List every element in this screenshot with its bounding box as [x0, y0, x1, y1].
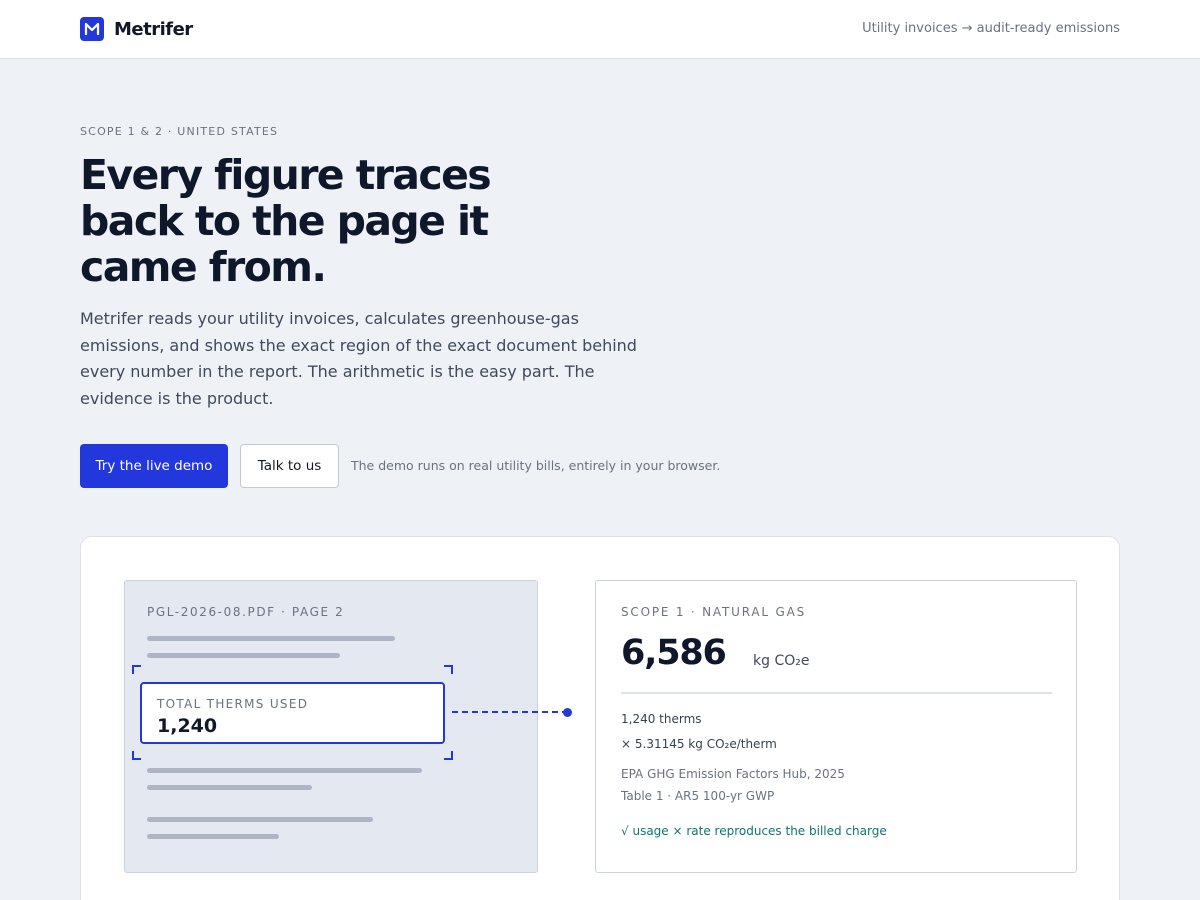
hero-eyebrow: SCOPE 1 & 2 · UNITED STATES — [80, 125, 279, 138]
focus-corner-icon — [132, 665, 141, 674]
focus-corner-icon — [444, 751, 453, 760]
text-line-placeholder — [147, 768, 422, 773]
focus-corner-icon — [132, 751, 141, 760]
evidence-field-value: 1,240 — [157, 715, 218, 737]
brand[interactable]: Metrifer — [80, 17, 193, 41]
connector-dot-icon — [563, 708, 572, 717]
emission-result-card: SCOPE 1 · NATURAL GAS 6,586 kg CO₂e 1,24… — [595, 580, 1077, 873]
divider — [621, 692, 1052, 694]
brand-name: Metrifer — [114, 18, 193, 40]
demo-panel: PGL-2026-08.PDF · PAGE 2 TOTAL THERMS US… — [80, 536, 1120, 900]
text-line-placeholder — [147, 636, 395, 641]
source-line: EPA GHG Emission Factors Hub, 2025 — [621, 767, 845, 781]
top-bar: Metrifer Utility invoices → audit-ready … — [0, 0, 1200, 59]
invoice-page-preview: PGL-2026-08.PDF · PAGE 2 TOTAL THERMS US… — [124, 580, 538, 873]
hero-lede: Metrifer reads your utility invoices, ca… — [80, 309, 637, 408]
emission-unit: kg CO₂e — [753, 653, 810, 669]
text-line-placeholder — [147, 653, 340, 658]
cta-note: The demo runs on real utility bills, ent… — [351, 458, 721, 473]
talk-to-us-button[interactable]: Talk to us — [240, 444, 339, 488]
try-live-demo-button[interactable]: Try the live demo — [80, 444, 228, 488]
verification-check: √ usage × rate reproduces the billed cha… — [621, 824, 887, 838]
usage-line: 1,240 therms — [621, 712, 702, 726]
highlighted-evidence-region[interactable]: TOTAL THERMS USED 1,240 — [140, 682, 445, 744]
factor-line: × 5.31145 kg CO₂e/therm — [621, 737, 777, 751]
m-logo-icon — [80, 17, 104, 41]
text-line-placeholder — [147, 817, 373, 822]
document-title: PGL-2026-08.PDF · PAGE 2 — [147, 605, 345, 619]
result-title: SCOPE 1 · NATURAL GAS — [621, 605, 807, 619]
source-table-line: Table 1 · AR5 100-yr GWP — [621, 789, 775, 803]
focus-corner-icon — [444, 665, 453, 674]
text-line-placeholder — [147, 785, 312, 790]
emission-value: 6,586 — [621, 633, 727, 673]
evidence-field-label: TOTAL THERMS USED — [157, 697, 309, 711]
trace-connector — [452, 711, 568, 715]
hero-headline: Every figure traces back to the page it … — [80, 151, 492, 291]
header-tagline: Utility invoices → audit-ready emissions — [862, 21, 1120, 36]
text-line-placeholder — [147, 834, 279, 839]
